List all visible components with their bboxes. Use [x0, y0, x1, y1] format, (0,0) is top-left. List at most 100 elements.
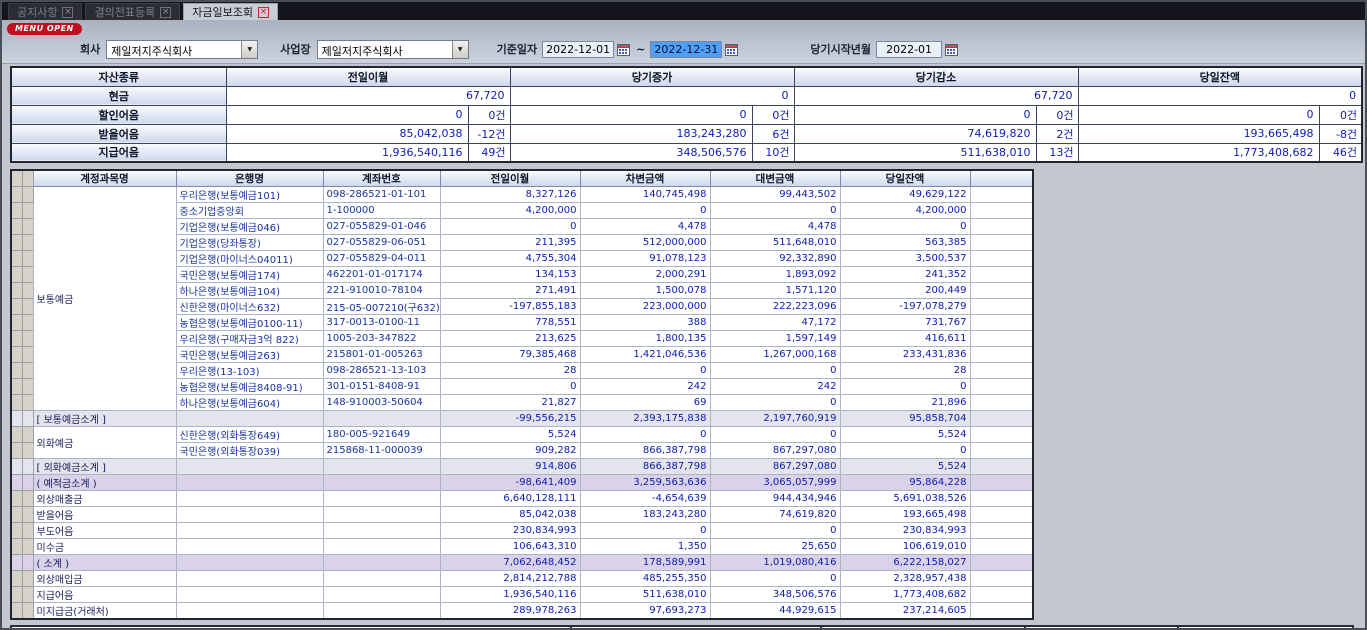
account-number-cell[interactable]	[323, 459, 440, 475]
amount-cell[interactable]: 69	[580, 395, 710, 411]
row-gutter-cell[interactable]	[11, 251, 22, 267]
row-gutter-cell[interactable]	[11, 571, 22, 587]
summary-amount-cell[interactable]: 0	[510, 86, 794, 105]
summary-amount-cell[interactable]: 511,638,010	[794, 143, 1036, 162]
amount-cell[interactable]: 1,800,135	[580, 331, 710, 347]
amount-cell[interactable]: 348,506,576	[710, 587, 840, 603]
account-number-cell[interactable]	[323, 571, 440, 587]
summary-amount-cell[interactable]: 0	[510, 105, 752, 124]
summary-amount-cell[interactable]: 0	[1078, 105, 1319, 124]
row-gutter-cell[interactable]	[11, 539, 22, 555]
amount-cell[interactable]: 3,065,057,999	[710, 475, 840, 491]
row-gutter-cell[interactable]	[22, 475, 33, 491]
row-gutter-cell[interactable]	[22, 299, 33, 315]
row-gutter-cell[interactable]	[22, 539, 33, 555]
bank-name-cell[interactable]: 신한은행(마이너스632)	[176, 299, 323, 315]
amount-cell[interactable]: 867,297,080	[710, 443, 840, 459]
amount-cell[interactable]: 97,693,273	[580, 603, 710, 620]
menu-open-button[interactable]: MENU OPEN	[7, 23, 82, 35]
account-number-cell[interactable]	[323, 507, 440, 523]
amount-cell[interactable]: 866,387,798	[580, 443, 710, 459]
amount-cell[interactable]: -197,855,183	[440, 299, 580, 315]
amount-cell[interactable]: 178,589,991	[580, 555, 710, 571]
chevron-down-icon[interactable]: ▼	[241, 41, 257, 58]
bank-name-cell[interactable]	[176, 587, 323, 603]
account-label-cell[interactable]: ( 소계 )	[33, 555, 176, 571]
row-gutter-cell[interactable]	[22, 283, 33, 299]
bank-name-cell[interactable]	[176, 539, 323, 555]
amount-cell[interactable]: 92,332,890	[710, 251, 840, 267]
account-label-cell[interactable]: 미수금	[33, 539, 176, 555]
account-group-cell[interactable]: 보통예금	[33, 187, 176, 411]
amount-cell[interactable]: 511,648,010	[710, 235, 840, 251]
tab-voucher-entry[interactable]: 결의전표등록 ×	[85, 3, 180, 20]
row-gutter-cell[interactable]	[11, 283, 22, 299]
amount-cell[interactable]: 0	[840, 219, 970, 235]
amount-cell[interactable]: 511,638,010	[580, 587, 710, 603]
bank-name-cell[interactable]: 기업은행(보통예금046)	[176, 219, 323, 235]
bank-name-cell[interactable]: 하나은행(보통예금104)	[176, 283, 323, 299]
amount-cell[interactable]: 6,640,128,111	[440, 491, 580, 507]
account-number-cell[interactable]	[323, 523, 440, 539]
calendar-icon[interactable]	[945, 43, 958, 56]
account-label-cell[interactable]: [ 외화예금소계 ]	[33, 459, 176, 475]
amount-cell[interactable]: 416,611	[840, 331, 970, 347]
row-gutter-cell[interactable]	[11, 203, 22, 219]
bank-name-cell[interactable]: 우리은행(구매자금3억 822)	[176, 331, 323, 347]
row-gutter-cell[interactable]	[22, 587, 33, 603]
amount-cell[interactable]: 4,200,000	[840, 203, 970, 219]
amount-cell[interactable]: 778,551	[440, 315, 580, 331]
amount-cell[interactable]: 0	[710, 523, 840, 539]
account-label-cell[interactable]: ( 예적금소계 )	[33, 475, 176, 491]
bank-name-cell[interactable]: 우리은행(보통예금101)	[176, 187, 323, 203]
amount-cell[interactable]: 0	[580, 363, 710, 379]
amount-cell[interactable]: 0	[710, 363, 840, 379]
amount-cell[interactable]: 2,393,175,838	[580, 411, 710, 427]
amount-cell[interactable]: 99,443,502	[710, 187, 840, 203]
account-number-cell[interactable]	[323, 491, 440, 507]
amount-cell[interactable]: 1,773,408,682	[840, 587, 970, 603]
account-label-cell[interactable]: 미지급금(거래처)	[33, 603, 176, 620]
amount-cell[interactable]: 4,478	[710, 219, 840, 235]
summary-amount-cell[interactable]: 0	[1078, 86, 1362, 105]
row-gutter-cell[interactable]	[22, 571, 33, 587]
account-number-cell[interactable]: 301-0151-8408-91	[323, 379, 440, 395]
row-gutter-cell[interactable]	[22, 235, 33, 251]
summary-amount-cell[interactable]: 67,720	[226, 86, 510, 105]
summary-count-cell[interactable]: 0건	[468, 105, 510, 124]
amount-cell[interactable]: 0	[710, 203, 840, 219]
account-number-cell[interactable]: 215868-11-000039	[323, 443, 440, 459]
row-gutter-cell[interactable]	[22, 267, 33, 283]
amount-cell[interactable]: 909,282	[440, 443, 580, 459]
row-gutter-cell[interactable]	[22, 203, 33, 219]
account-number-cell[interactable]: 027-055829-06-051	[323, 235, 440, 251]
account-number-cell[interactable]: 1-100000	[323, 203, 440, 219]
summary-count-cell[interactable]: 0건	[1319, 105, 1362, 124]
amount-cell[interactable]: 242	[710, 379, 840, 395]
close-icon[interactable]: ×	[160, 7, 171, 18]
bank-name-cell[interactable]	[176, 411, 323, 427]
chevron-down-icon[interactable]: ▼	[452, 41, 468, 58]
amount-cell[interactable]: 0	[840, 443, 970, 459]
amount-cell[interactable]: 0	[580, 427, 710, 443]
amount-cell[interactable]: 28	[840, 363, 970, 379]
account-label-cell[interactable]: [ 보통예금소계 ]	[33, 411, 176, 427]
account-label-cell[interactable]: 받을어음	[33, 507, 176, 523]
amount-cell[interactable]: -197,078,279	[840, 299, 970, 315]
summary-count-cell[interactable]: 6건	[752, 124, 794, 143]
bank-name-cell[interactable]: 신한은행(외화통장649)	[176, 427, 323, 443]
summary-amount-cell[interactable]: 74,619,820	[794, 124, 1036, 143]
row-gutter-cell[interactable]	[22, 363, 33, 379]
amount-cell[interactable]: 106,643,310	[440, 539, 580, 555]
summary-count-cell[interactable]: 13건	[1036, 143, 1078, 162]
row-gutter-cell[interactable]	[11, 379, 22, 395]
amount-cell[interactable]: 140,745,498	[580, 187, 710, 203]
amount-cell[interactable]: 5,524	[440, 427, 580, 443]
account-number-cell[interactable]	[323, 539, 440, 555]
amount-cell[interactable]: 4,755,304	[440, 251, 580, 267]
amount-cell[interactable]: 237,214,605	[840, 603, 970, 620]
summary-amount-cell[interactable]: 1,936,540,116	[226, 143, 468, 162]
account-number-cell[interactable]: 027-055829-04-011	[323, 251, 440, 267]
summary-amount-cell[interactable]: 348,506,576	[510, 143, 752, 162]
amount-cell[interactable]: 1,500,078	[580, 283, 710, 299]
